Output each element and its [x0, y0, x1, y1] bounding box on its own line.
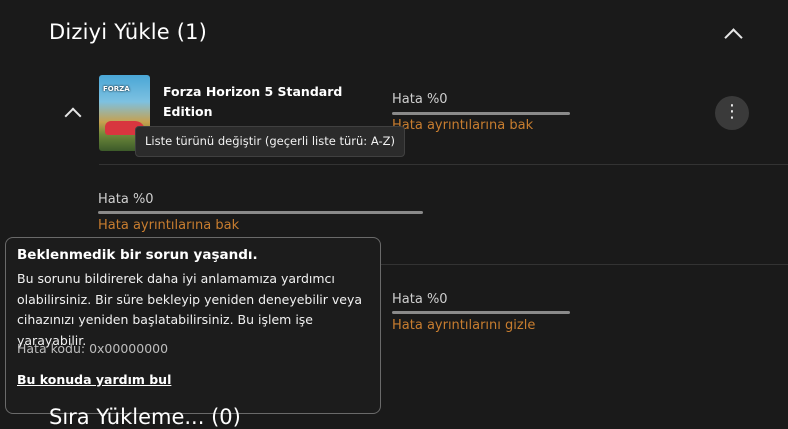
- error-details-link-2[interactable]: Hata ayrıntılarına bak: [98, 218, 239, 233]
- error-dialog: Beklenmedik bir sorun yaşandı. Bu sorunu…: [5, 237, 381, 414]
- hide-error-details-link[interactable]: Hata ayrıntılarını gizle: [392, 318, 535, 333]
- tooltip: Liste türünü değiştir (geçerli liste tür…: [135, 126, 405, 157]
- progress-label-3: Hata %0: [392, 292, 448, 307]
- error-details-link-1[interactable]: Hata ayrıntılarına bak: [392, 118, 533, 133]
- progress-label-2: Hata %0: [98, 192, 154, 207]
- progress-bar-2: [98, 211, 423, 214]
- more-options-button[interactable]: ⋮: [715, 96, 749, 130]
- progress-label-1: Hata %0: [392, 92, 448, 107]
- thumbnail-brand-text: FORZA: [103, 85, 130, 93]
- progress-bar-3: [392, 311, 570, 314]
- bottom-section-title: Sıra Yükleme... (0): [49, 405, 241, 429]
- dialog-body: Bu sorunu bildirerek daha iyi anlamamıza…: [17, 271, 363, 348]
- separator: [99, 164, 788, 165]
- error-code: Hata kodu: 0x00000000: [17, 341, 169, 356]
- collapse-item-chevron-icon[interactable]: [64, 107, 82, 125]
- collapse-section-chevron-icon[interactable]: [724, 28, 743, 47]
- game-title: Forza Horizon 5 Standard Edition: [163, 84, 343, 119]
- help-link[interactable]: Bu konuda yardım bul: [17, 372, 171, 387]
- section-title: Diziyi Yükle (1): [49, 20, 208, 44]
- dialog-title: Beklenmedik bir sorun yaşandı.: [17, 247, 258, 263]
- progress-bar-1: [392, 112, 570, 115]
